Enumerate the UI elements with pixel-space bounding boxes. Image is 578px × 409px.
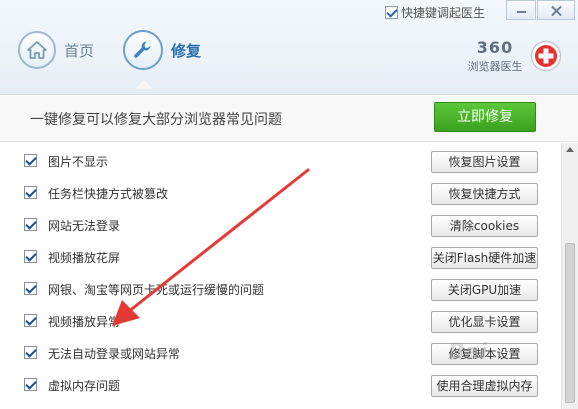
item-action-button[interactable]: 优化显卡设置 — [431, 311, 538, 333]
brand-number: 360 — [476, 38, 514, 57]
brand-name: 浏览器医生 — [467, 60, 523, 73]
item-action-button[interactable]: 使用合理虚拟内存 — [431, 375, 538, 397]
list-item: 视频播放异常 优化显卡设置 — [0, 305, 560, 337]
watermark: Bai — [448, 340, 488, 365]
item-label: 图片不显示 — [48, 155, 109, 169]
item-checkbox[interactable] — [24, 282, 37, 295]
medical-cross-icon — [530, 40, 562, 72]
item-checkbox[interactable] — [24, 314, 37, 327]
hotkey-label: 快捷键调起医生 — [401, 5, 486, 20]
list-item: 图片不显示 恢复图片设置 — [0, 145, 560, 177]
item-checkbox[interactable] — [24, 346, 37, 359]
header: 快捷键调起医生 首页 修复 360 浏览器医生 — [0, 0, 578, 95]
home-icon — [18, 31, 56, 69]
item-action-button[interactable]: 关闭GPU加速 — [431, 279, 538, 301]
item-label: 虚拟内存问题 — [48, 379, 121, 393]
item-action-button[interactable]: 恢复图片设置 — [431, 151, 538, 173]
minimize-button[interactable] — [506, 0, 536, 20]
list-item: 网银、淘宝等网页卡死或运行缓慢的问题 关闭GPU加速 — [0, 273, 560, 305]
scrollbar[interactable] — [561, 143, 578, 409]
item-checkbox[interactable] — [24, 218, 37, 231]
nav-home[interactable]: 首页 — [18, 30, 94, 70]
fix-now-button[interactable]: 立即修复 — [434, 102, 536, 132]
item-checkbox[interactable] — [24, 154, 37, 167]
list-item: 视频播放花屏 关闭Flash硬件加速 — [0, 241, 560, 273]
hotkey-checkbox[interactable] — [385, 5, 398, 19]
nav-repair[interactable]: 修复 — [123, 30, 201, 70]
item-label: 视频播放花屏 — [48, 251, 121, 265]
list-item: 虚拟内存问题 使用合理虚拟内存 — [0, 369, 560, 401]
item-checkbox[interactable] — [24, 186, 37, 199]
list-item: 任务栏快捷方式被篡改 恢复快捷方式 — [0, 177, 560, 209]
item-action-button[interactable]: 关闭Flash硬件加速 — [431, 247, 538, 269]
item-checkbox[interactable] — [24, 250, 37, 263]
item-label: 网站无法登录 — [48, 219, 121, 233]
nav-home-label: 首页 — [64, 41, 95, 60]
item-label: 网银、淘宝等网页卡死或运行缓慢的问题 — [48, 283, 265, 297]
item-checkbox[interactable] — [24, 378, 37, 391]
issue-list: 图片不显示 恢复图片设置 任务栏快捷方式被篡改 恢复快捷方式 网站无法登录 清除… — [0, 143, 560, 409]
scroll-thumb[interactable] — [565, 243, 575, 403]
wrench-icon — [123, 30, 163, 70]
close-button[interactable] — [537, 0, 575, 20]
item-label: 任务栏快捷方式被篡改 — [48, 187, 169, 201]
nav-repair-label: 修复 — [171, 41, 202, 60]
banner-text: 一键修复可以修复大部分浏览器常见问题 — [30, 112, 282, 128]
item-label: 无法自动登录或网站异常 — [48, 347, 181, 361]
item-label: 视频播放异常 — [48, 315, 121, 329]
item-action-button[interactable]: 恢复快捷方式 — [431, 183, 538, 205]
active-tab-pointer — [135, 80, 153, 89]
item-action-button[interactable]: 清除cookies — [431, 215, 538, 237]
scroll-up-arrow-icon[interactable] — [566, 147, 574, 152]
hotkey-toggle[interactable]: 快捷键调起医生 — [385, 4, 485, 20]
brand: 360 浏览器医生 — [462, 38, 528, 74]
banner: 一键修复可以修复大部分浏览器常见问题 立即修复 — [0, 96, 578, 142]
list-item: 网站无法登录 清除cookies — [0, 209, 560, 241]
